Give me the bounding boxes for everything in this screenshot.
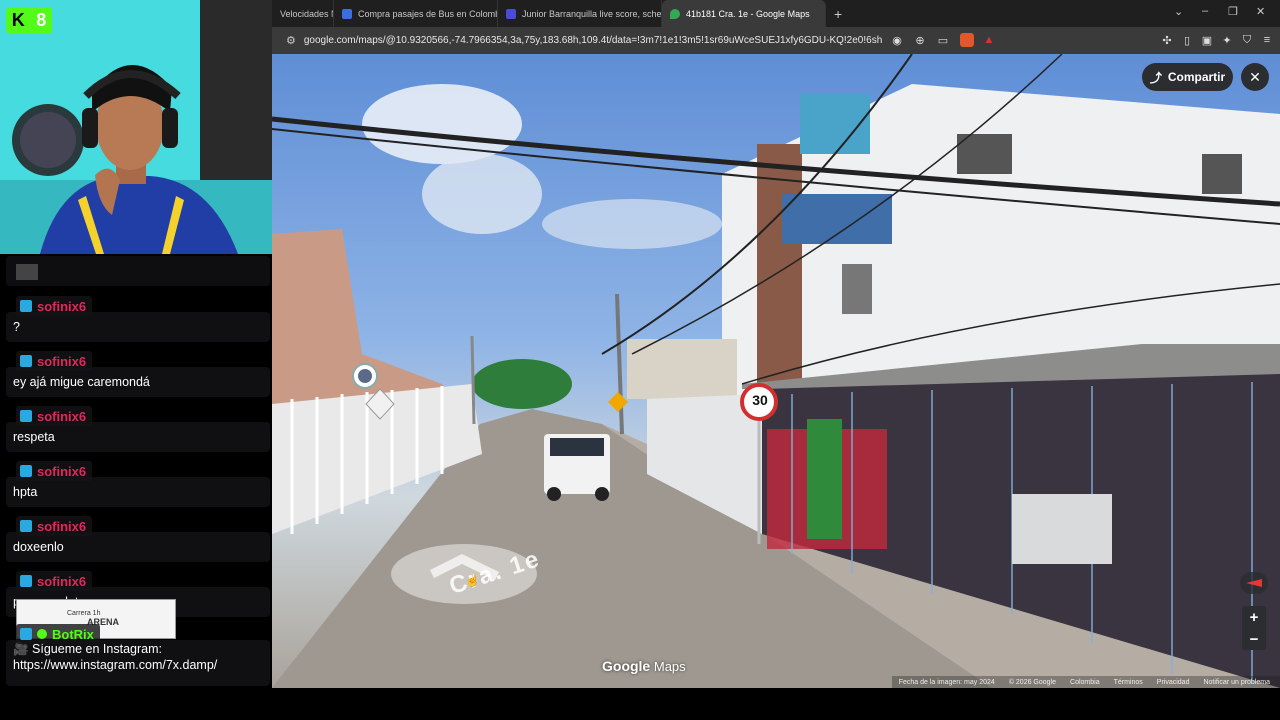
- share-label: Compartir: [1167, 70, 1226, 84]
- avatar: [16, 264, 38, 280]
- zoom-out-button[interactable]: −: [1250, 631, 1259, 648]
- chat-message-text: respeta: [6, 422, 270, 452]
- bot-message-line-1: 🎥 Sígueme en Instagram:: [13, 642, 162, 656]
- copyright: © 2026 Google: [1008, 678, 1057, 686]
- tab-velocidades[interactable]: Velocidades N: [272, 0, 334, 27]
- speed-limit-sign: 30: [752, 392, 768, 408]
- bot-message: 🎥 Sígueme en Instagram: https://www.inst…: [6, 640, 270, 686]
- minimize-icon[interactable]: –: [1202, 5, 1208, 17]
- kick-badge-icon: [20, 465, 32, 477]
- chat-message-text: hpta: [6, 477, 270, 507]
- brave-rewards-icon[interactable]: ▲: [982, 33, 996, 47]
- tab-junior-barranquilla[interactable]: Junior Barranquilla live score, schedu: [498, 0, 662, 27]
- viewer-count: 8: [36, 10, 47, 30]
- report-problem-link[interactable]: Notificar un problema: [1203, 679, 1270, 686]
- privacy-link[interactable]: Privacidad: [1157, 679, 1190, 686]
- tab-search-icon[interactable]: ⌄: [1174, 5, 1183, 18]
- kick-badge-icon: [20, 355, 32, 367]
- tab-title: Junior Barranquilla live score, schedu: [522, 8, 662, 19]
- tab-google-maps[interactable]: 41b181 Cra. 1e - Google Maps ✕: [662, 0, 826, 27]
- location-icon[interactable]: ◉: [890, 33, 904, 47]
- brave-shield-icon[interactable]: [960, 33, 974, 47]
- kick-badge-icon: [20, 300, 32, 312]
- close-window-icon[interactable]: ✕: [1256, 5, 1265, 18]
- kick-badge-icon: [20, 575, 32, 587]
- tab-title: 41b181 Cra. 1e - Google Maps: [686, 8, 810, 19]
- chat-message: [6, 256, 270, 286]
- country-link[interactable]: Colombia: [1070, 679, 1100, 686]
- share-button[interactable]: ⤴ Compartir: [1142, 63, 1233, 91]
- vpn-icon[interactable]: ⛉: [1240, 33, 1254, 47]
- bot-message-line-2[interactable]: https://www.instagram.com/7x.damp/: [13, 658, 217, 672]
- tab-title: Velocidades N: [280, 8, 334, 19]
- kick-badge-icon: [20, 628, 32, 640]
- extensions-icon[interactable]: ✣: [1160, 33, 1174, 47]
- webcam-feed: [0, 0, 272, 254]
- kick-viewer-badge: K 8: [6, 7, 52, 34]
- close-street-view-button[interactable]: ✕: [1241, 63, 1269, 91]
- zoom-control: + −: [1242, 606, 1266, 650]
- tab-favicon-icon: [506, 8, 516, 19]
- verified-icon: [37, 629, 47, 639]
- new-tab-button[interactable]: +: [834, 6, 842, 22]
- terms-link[interactable]: Términos: [1114, 679, 1143, 686]
- browser-tab-bar: Velocidades N Compra pasajes de Bus en C…: [272, 0, 1280, 27]
- image-date: Fecha de la imagen: may 2024: [898, 678, 995, 686]
- kick-badge-icon: [20, 410, 32, 422]
- sign-line-1: Carrera 1h: [67, 610, 101, 617]
- wallet-icon[interactable]: ▣: [1200, 33, 1214, 47]
- maximize-icon[interactable]: ❐: [1228, 5, 1238, 18]
- stream-chat-overlay: sofinix6 ? sofinix6 ey ajá migue caremon…: [0, 254, 272, 688]
- menu-icon[interactable]: ≡: [1260, 33, 1274, 47]
- kick-logo-icon: K: [11, 10, 25, 30]
- leo-ai-icon[interactable]: ✦: [1220, 33, 1234, 47]
- google-maps-logo: Google Maps: [602, 658, 686, 674]
- sidebar-icon[interactable]: ▯: [1180, 33, 1194, 47]
- mouse-cursor-icon: ☝: [465, 573, 480, 587]
- chat-message-text: ey ajá migue caremondá: [6, 367, 270, 397]
- zoom-icon[interactable]: ⊕: [913, 33, 927, 47]
- close-tab-icon[interactable]: ✕: [824, 7, 825, 20]
- tab-favicon-icon: [342, 8, 352, 19]
- chat-message-text: doxeenlo: [6, 532, 270, 562]
- maps-pin-icon: [670, 8, 680, 19]
- kick-badge-icon: [20, 520, 32, 532]
- zoom-in-button[interactable]: +: [1250, 609, 1259, 626]
- street-view-panorama[interactable]: 30 Cra. 1e ☝ ⤴ Compartir ✕ + − Google Ma…: [272, 54, 1280, 688]
- compass-icon[interactable]: [1240, 572, 1268, 594]
- share-icon: ⤴: [1149, 70, 1162, 85]
- maps-footer: Fecha de la imagen: may 2024 © 2026 Goog…: [272, 676, 1280, 688]
- tab-compra-pasajes[interactable]: Compra pasajes de Bus en Colombia: [334, 0, 498, 27]
- screen: K 8 Velocidades N Compra pasajes de Bus …: [0, 0, 1280, 720]
- cast-icon[interactable]: ▭: [936, 33, 950, 47]
- address-bar: ⚙ google.com/maps/@10.9320566,-74.796635…: [272, 27, 1280, 54]
- site-info-icon[interactable]: ⚙: [286, 34, 296, 47]
- chat-message-text: ?: [6, 312, 270, 342]
- url-field[interactable]: google.com/maps/@10.9320566,-74.7966354,…: [304, 35, 882, 46]
- bot-username: BotRix: [16, 624, 100, 644]
- tab-title: Compra pasajes de Bus en Colombia: [358, 8, 498, 19]
- logo-google: Google: [602, 658, 651, 674]
- logo-maps: Maps: [653, 659, 686, 674]
